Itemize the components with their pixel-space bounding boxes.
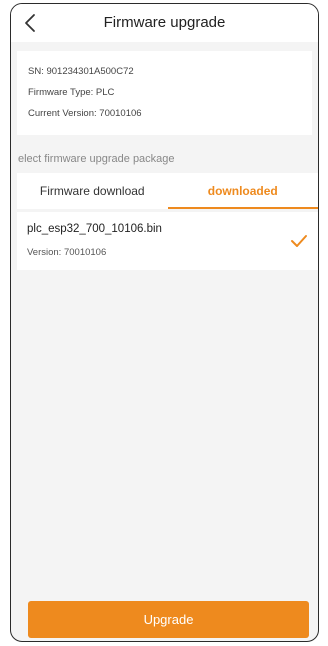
tab-firmware-download[interactable]: Firmware download [17,173,168,209]
firmware-type: Firmware Type: PLC [28,87,115,98]
tab-downloaded[interactable]: downloaded [168,173,319,209]
section-label: elect firmware upgrade package [18,153,175,165]
device-info-card: SN: 901234301A500C72 Firmware Type: PLC … [17,51,312,135]
checkmark-icon [291,235,307,247]
package-tabs: Firmware download downloaded [17,173,318,209]
package-list-item[interactable]: plc_esp32_700_10106.bin Version: 7001010… [17,212,318,270]
active-tab-indicator [167,207,318,209]
page-title: Firmware upgrade [103,14,226,31]
current-version: Current Version: 70010106 [28,108,142,119]
header-bar: Firmware upgrade [11,4,318,42]
package-file-name: plc_esp32_700_10106.bin [27,223,162,235]
upgrade-button[interactable]: Upgrade [28,601,309,638]
phone-frame: Firmware upgrade SN: 901234301A500C72 Fi… [10,3,319,642]
serial-number: SN: 901234301A500C72 [28,66,134,77]
package-version: Version: 70010106 [27,247,107,258]
